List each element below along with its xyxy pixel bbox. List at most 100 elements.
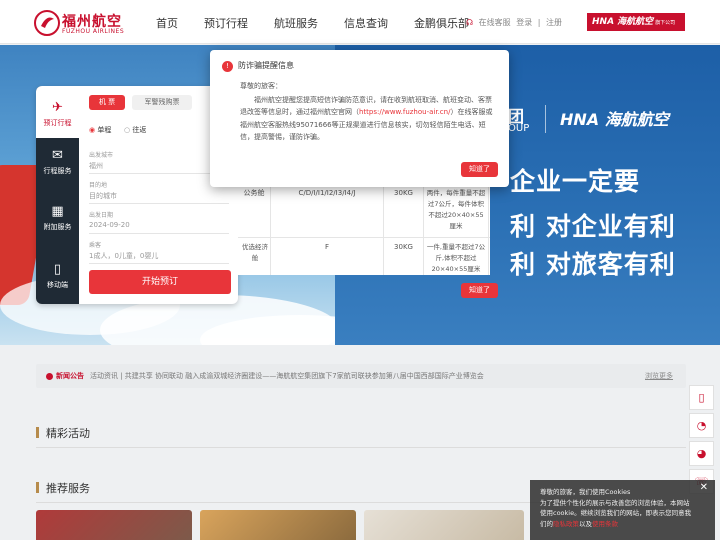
start-booking-button[interactable]: 开始预订 bbox=[89, 270, 231, 294]
table-cell: 两件，每件重量不超过7公斤，每件体积不超过20×40×55厘米 bbox=[426, 189, 486, 230]
table-cell: 一件,重量不超过7公斤,体积不超过20×40×55厘米 bbox=[426, 243, 486, 273]
section-activities-title: 精彩活动 bbox=[36, 425, 90, 441]
service-card-image[interactable] bbox=[364, 510, 524, 540]
section-marker bbox=[36, 482, 39, 493]
divider bbox=[423, 180, 424, 275]
table-cell: 优选经济舱 bbox=[242, 243, 268, 262]
field-label: 出发城市 bbox=[89, 152, 114, 159]
nav-booking[interactable]: 预订行程 bbox=[204, 15, 248, 31]
nav-flight-service[interactable]: 航班服务 bbox=[274, 15, 318, 31]
departure-city-field[interactable]: 出发城市 福州 bbox=[89, 148, 229, 174]
banner-slogan: 企业一定要 bbox=[510, 167, 641, 196]
acknowledge-button[interactable]: 知道了 bbox=[461, 283, 498, 298]
wechat-icon[interactable]: ◔ bbox=[689, 413, 714, 438]
hna-logo-subtext: 旗下公司 bbox=[655, 20, 676, 26]
top-links: ☊ 在线客服 登录 | 注册 bbox=[466, 17, 565, 28]
field-value: 目的城市 bbox=[89, 192, 117, 200]
divider bbox=[488, 180, 489, 275]
divider bbox=[36, 447, 686, 448]
news-label: 新闻公告 bbox=[56, 372, 84, 380]
tab-military-ticket[interactable]: 军警残购票 bbox=[132, 95, 192, 110]
terms-link[interactable]: 使用条款 bbox=[592, 520, 618, 528]
field-label: 目的地 bbox=[89, 182, 108, 189]
side-item-addon[interactable]: ▦ 附加服务 bbox=[36, 204, 79, 232]
table-cell: F bbox=[324, 243, 330, 251]
news-dot-icon bbox=[46, 372, 53, 380]
banner-slogan: 利 对企业有利 bbox=[510, 212, 676, 241]
phone-icon[interactable]: ▯ bbox=[689, 385, 714, 410]
field-value: 福州 bbox=[89, 162, 103, 170]
radio-oneway[interactable]: ◉ 单程 bbox=[89, 125, 111, 135]
logo-text-en: FUZHOU AIRLINES bbox=[62, 28, 125, 35]
booking-side-nav: ✈ 预订行程 ✉ 行程服务 ▦ 附加服务 ▯ 移动端 bbox=[36, 86, 79, 304]
section-services-title: 推荐服务 bbox=[36, 480, 90, 496]
grid-icon: ▦ bbox=[51, 204, 64, 219]
field-value: 2024-09-20 bbox=[89, 221, 130, 229]
cookie-title: 尊敬的旅客，我们使用Cookies bbox=[540, 488, 631, 496]
divider bbox=[545, 105, 546, 133]
banner-hna-logo: HNA 海航航空 bbox=[560, 110, 669, 129]
side-item-label: 预订行程 bbox=[43, 119, 72, 127]
weibo-icon[interactable]: ◕ bbox=[689, 441, 714, 466]
nav-club[interactable]: 金鹏俱乐部 bbox=[414, 15, 469, 31]
section-title-text: 推荐服务 bbox=[46, 482, 90, 495]
service-card-image[interactable] bbox=[200, 510, 356, 540]
nav-home[interactable]: 首页 bbox=[156, 15, 178, 31]
radio-checked-icon: ◉ bbox=[89, 126, 96, 134]
warning-icon: ! bbox=[222, 61, 233, 72]
table-cell: C/D/I/I1/I2/I3/I4/J bbox=[298, 189, 356, 197]
radio-label: 单程 bbox=[97, 126, 112, 134]
side-item-booking[interactable]: ✈ 预订行程 bbox=[36, 86, 79, 138]
booking-panel: ✈ 预订行程 ✉ 行程服务 ▦ 附加服务 ▯ 移动端 机 票 军警残购票 ◉ 单… bbox=[36, 86, 238, 304]
side-item-label: 附加服务 bbox=[43, 223, 72, 231]
table-cell: 公务舱 bbox=[243, 189, 265, 197]
cookie-text-mid: 以及 bbox=[579, 519, 592, 528]
login-link[interactable]: 登录 bbox=[516, 18, 532, 27]
plane-icon: ✈ bbox=[52, 100, 63, 115]
fuzhou-airlines-logo-icon[interactable] bbox=[34, 10, 60, 36]
anti-fraud-modal: ! 防诈骗提醒信息 尊敬的旅客： 福州航空提醒您提高短信诈骗防范意识，请在收到航班… bbox=[210, 50, 509, 187]
banner-slogan: 利 对旅客有利 bbox=[510, 250, 676, 279]
hna-logo[interactable]: HNA 海航航空 旗下公司 bbox=[587, 13, 685, 31]
cookie-notice: ✕ 尊敬的旅客，我们使用Cookies 为了提供个性化的展示与改善您的浏览体验，… bbox=[530, 480, 715, 540]
official-site-link[interactable]: https://www.fuzhou-air.cn/ bbox=[359, 108, 450, 116]
privacy-policy-link[interactable]: 隐私政策 bbox=[553, 520, 579, 528]
arrival-city-field[interactable]: 目的地 目的城市 bbox=[89, 178, 229, 204]
news-headline[interactable]: 活动资讯 | 共建共享 协同联动 融入成渝双城经济圈建设——海航航空集团旗下7家… bbox=[90, 372, 484, 380]
cookie-text: 为了提供个性化的展示与改善您的浏览体验，本网站使用cookie。继续浏览我们的网… bbox=[540, 498, 693, 530]
main-nav: 首页 预订行程 航班服务 信息查询 金鹏俱乐部 bbox=[156, 15, 495, 31]
modal-greeting: 尊敬的旅客： bbox=[240, 82, 282, 90]
register-link[interactable]: 注册 bbox=[546, 18, 562, 27]
section-marker bbox=[36, 427, 39, 438]
field-label: 出发日期 bbox=[89, 212, 114, 219]
banner-group-en: OUP bbox=[508, 123, 530, 134]
news-more-link[interactable]: 浏览更多 bbox=[645, 364, 673, 388]
acknowledge-button[interactable]: 知道了 bbox=[461, 162, 498, 177]
radio-label: 往返 bbox=[132, 126, 147, 134]
mobile-icon: ▯ bbox=[53, 262, 62, 277]
news-bar: 新闻公告 活动资讯 | 共建共享 协同联动 融入成渝双城经济圈建设——海航航空集团… bbox=[36, 364, 686, 388]
side-item-mobile[interactable]: ▯ 移动端 bbox=[36, 262, 79, 290]
table-cell: 30KG bbox=[394, 189, 413, 197]
headset-icon: ☊ bbox=[466, 18, 474, 27]
radio-unchecked-icon: ○ bbox=[124, 126, 131, 134]
tab-ticket[interactable]: 机 票 bbox=[89, 95, 125, 110]
service-card-image[interactable] bbox=[36, 510, 192, 540]
divider bbox=[238, 237, 490, 238]
section-title-text: 精彩活动 bbox=[46, 427, 90, 440]
modal-title-text: 防诈骗提醒信息 bbox=[238, 61, 294, 70]
divider: | bbox=[537, 18, 541, 27]
nav-info-query[interactable]: 信息查询 bbox=[344, 15, 388, 31]
close-icon[interactable]: ✕ bbox=[700, 482, 708, 494]
departure-date-field[interactable]: 出发日期 2024-09-20 bbox=[89, 208, 229, 234]
field-label: 乘客 bbox=[89, 242, 102, 249]
hna-logo-text: HNA 海航航空 bbox=[592, 17, 654, 27]
radio-roundtrip[interactable]: ○ 往返 bbox=[124, 125, 146, 135]
online-service-link[interactable]: 在线客服 bbox=[479, 18, 511, 27]
seat-icon: ✉ bbox=[52, 148, 63, 163]
side-item-label: 移动端 bbox=[47, 281, 68, 289]
site-header: 福州航空 FUZHOU AIRLINES 首页 预订行程 航班服务 信息查询 金… bbox=[0, 0, 720, 44]
table-cell: 30KG bbox=[394, 243, 413, 251]
passenger-field[interactable]: 乘客 1成人，0儿童，0婴儿 bbox=[89, 238, 229, 264]
side-item-trip-service[interactable]: ✉ 行程服务 bbox=[36, 148, 79, 176]
